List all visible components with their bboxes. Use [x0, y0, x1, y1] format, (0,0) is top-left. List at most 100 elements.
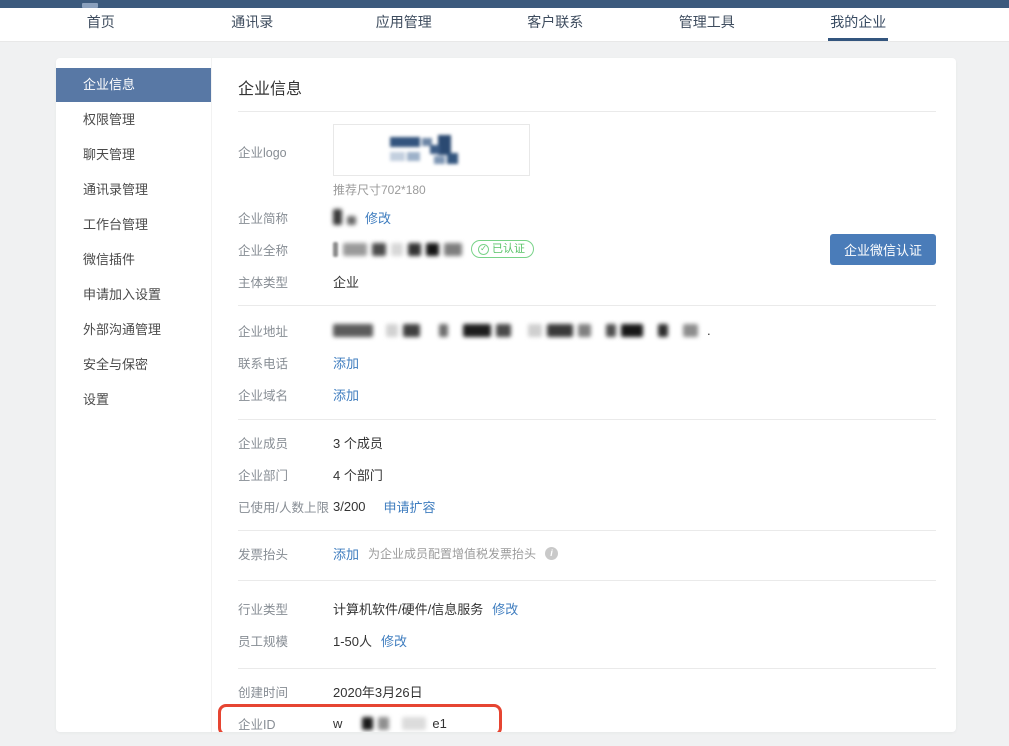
redacted-corp-id	[348, 717, 426, 730]
phone-label: 联系电话	[238, 353, 333, 372]
sidebar-item-enterprise-info[interactable]: 企业信息	[56, 68, 211, 102]
row-short-name: 企业简称 修改	[238, 201, 936, 233]
tab-customer-relations-label: 客户联系	[525, 8, 585, 41]
redacted-block	[444, 243, 462, 256]
main-nav: 首页 通讯录 应用管理 客户联系 管理工具 我的企业	[0, 8, 1009, 42]
top-titlebar	[0, 0, 1009, 8]
row-domain: 企业域名 添加	[238, 378, 936, 410]
redacted-block	[426, 243, 439, 256]
sidebar-item-chat-management[interactable]: 聊天管理	[56, 138, 211, 172]
tab-home-label: 首页	[85, 8, 117, 41]
row-created-time: 创建时间 2020年3月26日	[238, 675, 936, 707]
redacted-block	[362, 717, 373, 730]
entity-type-label: 主体类型	[238, 272, 333, 291]
corp-id-prefix: w	[333, 716, 342, 731]
verified-badge-label: 已认证	[492, 242, 525, 256]
enterprise-logo-image[interactable]	[333, 124, 530, 176]
industry-edit-link[interactable]: 修改	[492, 599, 518, 618]
tab-management-tools-label: 管理工具	[677, 8, 737, 41]
redacted-short-name	[333, 209, 356, 225]
usage-quota-label: 已使用/人数上限	[238, 497, 333, 516]
redacted-block	[347, 216, 356, 225]
sidebar-item-join-settings[interactable]: 申请加入设置	[56, 278, 211, 312]
created-time-label: 创建时间	[238, 682, 333, 701]
departments-label: 企业部门	[238, 465, 333, 484]
full-name-label: 企业全称	[238, 240, 333, 259]
row-enterprise-logo: 企业logo 推荐尺寸70	[238, 124, 936, 198]
sidebar-item-wechat-plugin[interactable]: 微信插件	[56, 243, 211, 277]
sidebar-item-settings[interactable]: 设置	[56, 383, 211, 417]
domain-add-link[interactable]: 添加	[333, 385, 359, 404]
divider	[238, 111, 936, 112]
tab-contacts-label: 通讯录	[229, 8, 275, 41]
tab-app-management[interactable]: 应用管理	[328, 8, 480, 41]
usage-quota-value: 3/200	[333, 499, 366, 514]
redacted-block	[439, 324, 448, 337]
redacted-logo-mosaic	[386, 132, 478, 168]
redacted-block	[333, 209, 342, 225]
members-value: 3 个成员	[333, 433, 383, 452]
info-icon[interactable]: i	[545, 547, 558, 560]
redacted-block	[463, 324, 491, 337]
enterprise-info-panel: 企业信息 企业logo	[212, 58, 956, 732]
invoice-hint: 为企业成员配置增值税发票抬头	[368, 545, 536, 562]
redacted-block	[528, 324, 542, 337]
redacted-address	[333, 324, 698, 337]
members-label: 企业成员	[238, 433, 333, 452]
invoice-label: 发票抬头	[238, 544, 333, 563]
tab-customer-relations[interactable]: 客户联系	[480, 8, 632, 41]
short-name-edit-link[interactable]: 修改	[365, 208, 391, 227]
redacted-block	[658, 324, 668, 337]
row-phone: 联系电话 添加	[238, 346, 936, 378]
redacted-block	[378, 717, 389, 730]
redacted-block	[343, 243, 367, 256]
wechat-verify-button[interactable]: 企业微信认证	[830, 234, 936, 265]
staff-scale-edit-link[interactable]: 修改	[381, 631, 407, 650]
redacted-block	[408, 243, 421, 256]
redacted-block	[402, 717, 426, 730]
redacted-block	[333, 242, 338, 257]
staff-scale-value: 1-50人	[333, 631, 372, 650]
row-members: 企业成员 3 个成员	[238, 426, 936, 458]
redacted-block	[386, 324, 398, 337]
corp-id-label: 企业ID	[238, 714, 333, 733]
row-invoice-title: 发票抬头 添加 为企业成员配置增值税发票抬头 i	[238, 537, 936, 569]
redacted-block	[372, 243, 386, 256]
verified-badge: ✓ 已认证	[471, 240, 534, 258]
invoice-add-link[interactable]: 添加	[333, 544, 359, 563]
created-time-value: 2020年3月26日	[333, 682, 423, 701]
row-full-name: 企业全称 ✓ 已认证	[238, 233, 936, 265]
sidebar-item-external-communication[interactable]: 外部沟通管理	[56, 313, 211, 347]
sidebar-item-workbench-management[interactable]: 工作台管理	[56, 208, 211, 242]
tab-management-tools[interactable]: 管理工具	[631, 8, 783, 41]
check-icon: ✓	[478, 244, 489, 255]
row-industry: 行业类型 计算机软件/硬件/信息服务 修改	[238, 592, 936, 624]
tab-home[interactable]: 首页	[25, 8, 177, 41]
address-value-suffix: .	[707, 323, 711, 338]
phone-add-link[interactable]: 添加	[333, 353, 359, 372]
redacted-block	[403, 324, 420, 337]
tab-my-enterprise-label: 我的企业	[828, 8, 888, 41]
address-label: 企业地址	[238, 321, 333, 340]
tab-app-management-label: 应用管理	[374, 8, 434, 41]
departments-value: 4 个部门	[333, 465, 383, 484]
domain-label: 企业域名	[238, 385, 333, 404]
sidebar-item-security-privacy[interactable]: 安全与保密	[56, 348, 211, 382]
expand-quota-link[interactable]: 申请扩容	[384, 497, 436, 516]
logo-size-hint: 推荐尺寸702*180	[333, 181, 530, 198]
redacted-block	[578, 324, 591, 337]
sidebar-item-permission-management[interactable]: 权限管理	[56, 103, 211, 137]
redacted-block	[333, 324, 373, 337]
row-entity-type: 主体类型 企业	[238, 265, 936, 297]
tab-contacts[interactable]: 通讯录	[177, 8, 329, 41]
page-title: 企业信息	[238, 58, 936, 111]
industry-value: 计算机软件/硬件/信息服务	[333, 599, 483, 618]
redacted-block	[547, 324, 573, 337]
row-usage-quota: 已使用/人数上限 3/200 申请扩容	[238, 490, 936, 522]
enterprise-logo-label: 企业logo	[238, 124, 333, 161]
sidebar-item-contacts-management[interactable]: 通讯录管理	[56, 173, 211, 207]
row-departments: 企业部门 4 个部门	[238, 458, 936, 490]
tab-my-enterprise[interactable]: 我的企业	[783, 8, 935, 41]
staff-scale-label: 员工规模	[238, 631, 333, 650]
short-name-label: 企业简称	[238, 208, 333, 227]
